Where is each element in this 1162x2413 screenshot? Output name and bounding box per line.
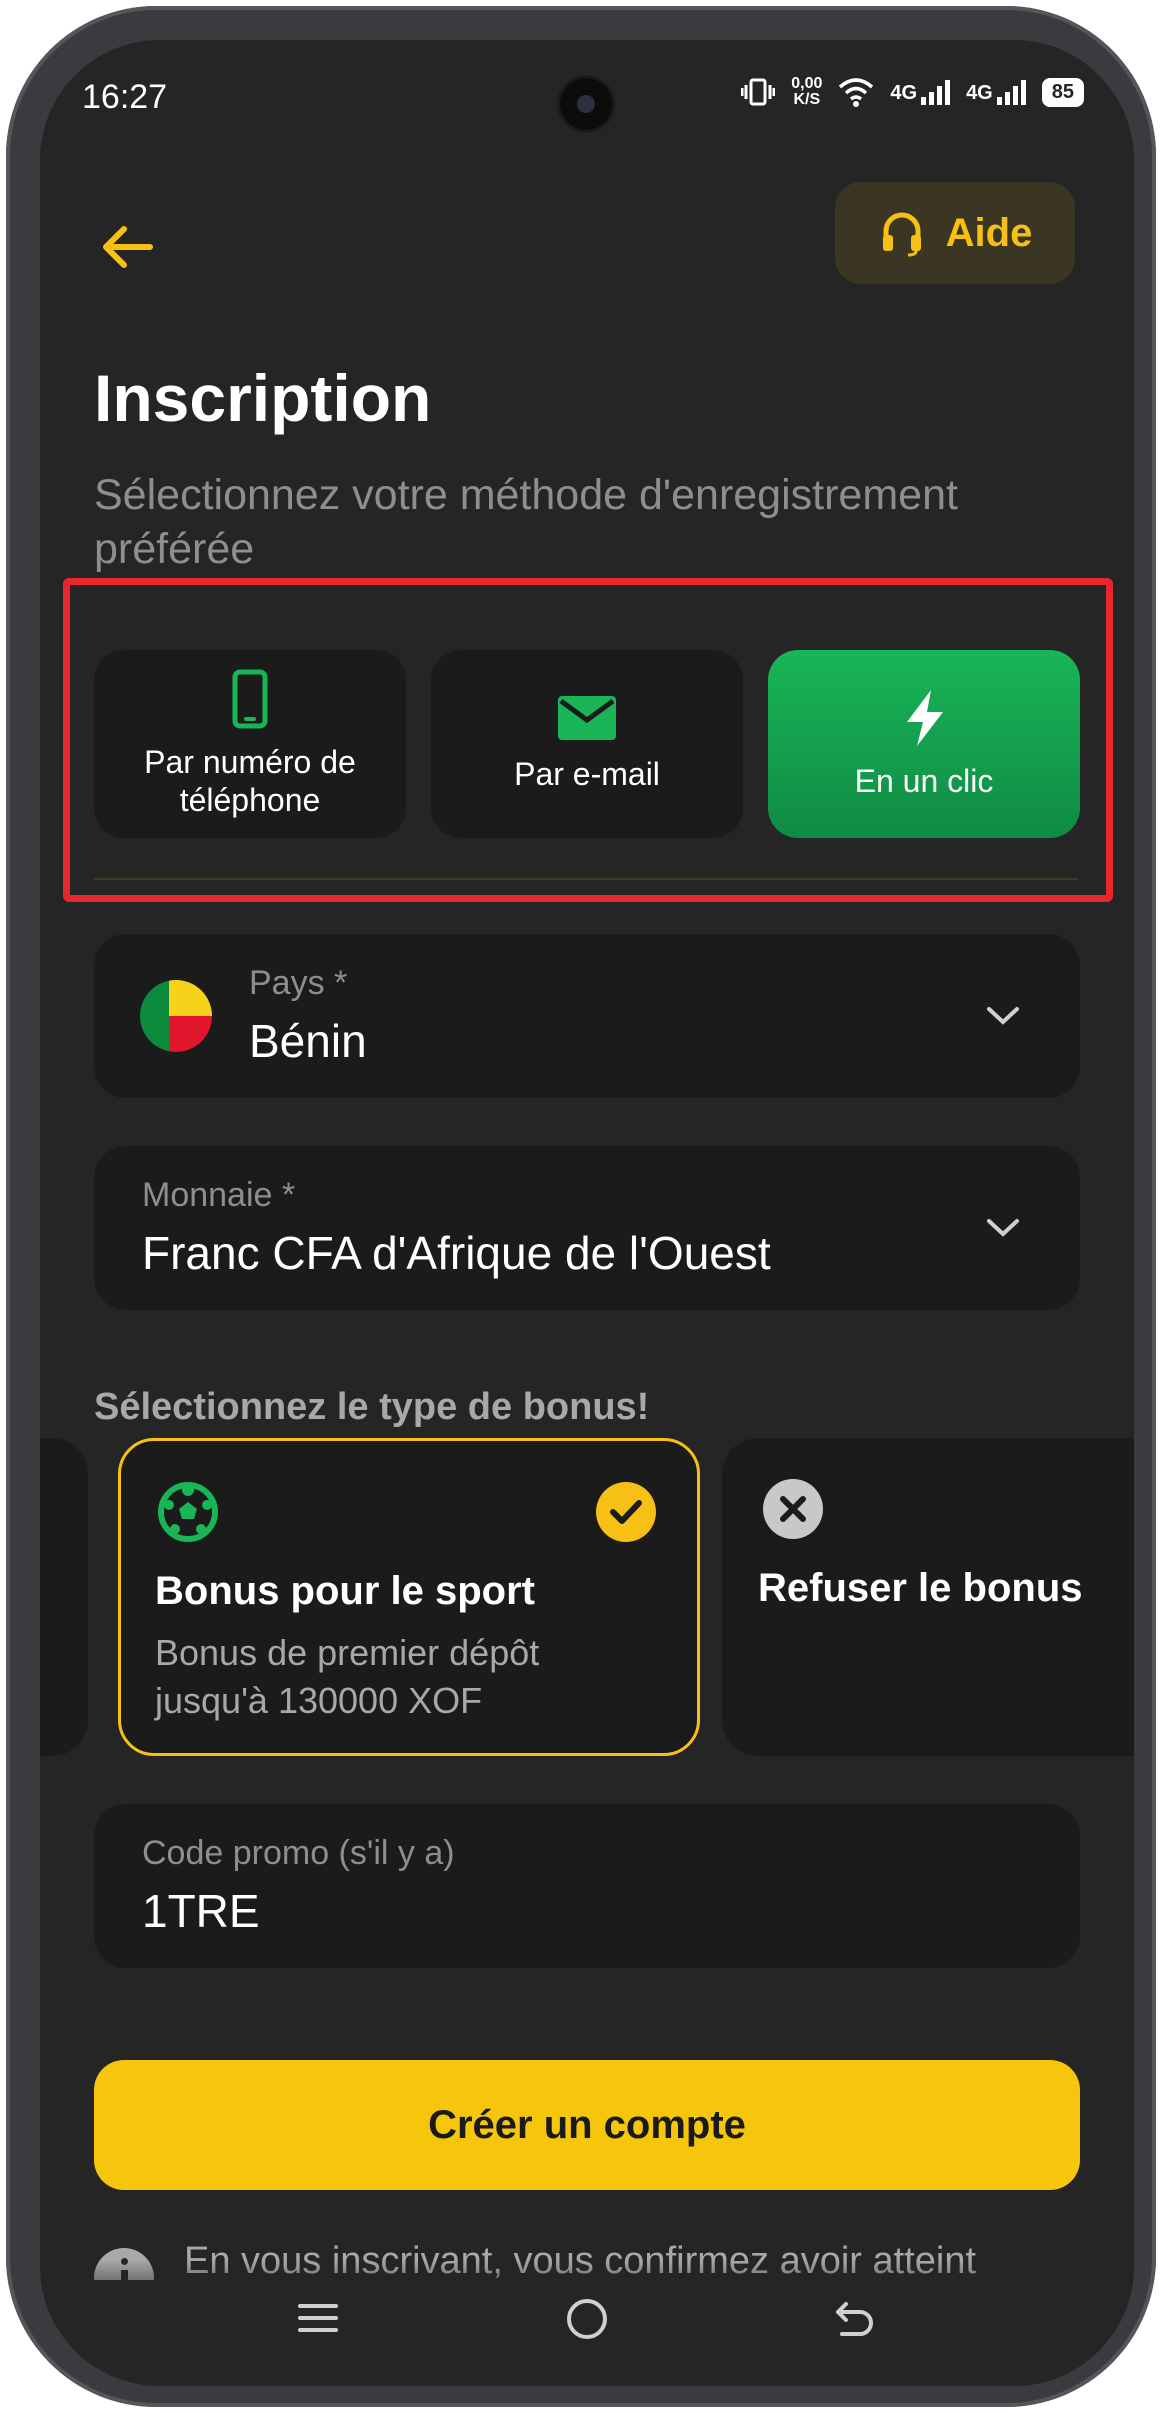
benin-flag-icon — [140, 980, 212, 1052]
currency-value: Franc CFA d'Afrique de l'Ouest — [142, 1227, 771, 1279]
currency-label: Monnaie * — [142, 1176, 296, 1214]
bonus-refuse-title: Refuser le bonus — [758, 1566, 1083, 1610]
method-oneclick-button[interactable]: En un clic — [768, 650, 1080, 838]
headset-icon — [882, 212, 921, 257]
phone-icon — [232, 669, 268, 729]
screen: 16:27 0,00 K/S 4G 4G 85 Aide Inscription… — [40, 40, 1134, 2386]
promo-label: Code promo (s'il y a) — [142, 1834, 455, 1872]
close-circle-icon — [763, 1479, 823, 1539]
method-email-label: Par e-mail — [514, 756, 660, 792]
create-account-button[interactable]: Créer un compte — [94, 2060, 1080, 2190]
vibrate-icon — [741, 78, 776, 106]
network-type-1: 4G — [890, 82, 918, 104]
network-speed: 0,00 K/S — [791, 76, 822, 108]
menu-icon[interactable] — [296, 2296, 340, 2340]
help-button[interactable]: Aide — [835, 182, 1075, 284]
bonus-sport-card[interactable]: Bonus pour le sport Bonus de premier dép… — [118, 1438, 700, 1756]
back-button[interactable] — [100, 225, 154, 274]
country-label: Pays * — [249, 964, 348, 1002]
envelope-icon — [558, 696, 616, 740]
lightning-icon — [907, 690, 943, 746]
back-nav-icon[interactable] — [832, 2296, 878, 2342]
speed-value: 0,00 — [791, 75, 823, 92]
page-subtitle: Sélectionnez votre méthode d'enregistrem… — [94, 471, 958, 573]
method-phone-button[interactable]: Par numéro de téléphone — [94, 650, 406, 838]
promo-code-field[interactable]: Code promo (s'il y a) 1TRE — [94, 1804, 1080, 1968]
signal-1: 4G — [890, 79, 951, 105]
currency-select[interactable]: Monnaie * Franc CFA d'Afrique de l'Ouest — [94, 1146, 1080, 1310]
bonus-section-title: Sélectionnez le type de bonus! — [94, 1386, 650, 1428]
home-icon[interactable] — [564, 2296, 610, 2342]
front-camera — [560, 78, 612, 130]
methods-divider — [94, 878, 1078, 880]
check-selected-icon — [596, 1482, 656, 1542]
signal-bars-icon — [996, 79, 1026, 105]
bonus-card-partial[interactable] — [40, 1438, 88, 1756]
method-oneclick-label: En un clic — [854, 763, 994, 799]
signal-bars-icon — [921, 79, 951, 105]
status-icons: 0,00 K/S 4G 4G 85 — [741, 76, 1084, 108]
soccer-ball-icon — [158, 1482, 218, 1542]
battery-indicator: 85 — [1041, 77, 1084, 107]
bonus-sport-title: Bonus pour le sport — [155, 1569, 535, 1613]
arrow-left-icon — [103, 226, 153, 268]
status-time: 16:27 — [82, 78, 168, 116]
speed-unit: K/S — [793, 91, 821, 108]
network-type-2: 4G — [966, 82, 993, 104]
bonus-refuse-card[interactable]: Refuser le bonus — [722, 1438, 1134, 1756]
method-email-button[interactable]: Par e-mail — [431, 650, 743, 838]
signal-2: 4G — [966, 79, 1026, 105]
phone-frame: 16:27 0,00 K/S 4G 4G 85 Aide Inscription… — [6, 6, 1156, 2407]
system-navigation-bar — [40, 2280, 1134, 2386]
country-select[interactable]: Pays * Bénin — [94, 934, 1080, 1098]
wifi-icon — [839, 78, 874, 107]
help-label: Aide — [945, 210, 1033, 255]
chevron-down-icon — [987, 1219, 1019, 1237]
page-title: Inscription — [94, 361, 432, 435]
method-phone-label: Par numéro de téléphone — [144, 744, 356, 818]
bonus-sport-description-line2: jusqu'à 130000 XOF — [155, 1680, 483, 1721]
country-value: Bénin — [249, 1015, 367, 1067]
bonus-sport-description-line1: Bonus de premier dépôt — [155, 1632, 540, 1673]
chevron-down-icon — [987, 1007, 1019, 1025]
bonus-sport-description: Bonus de premier dépôt jusqu'à 130000 XO… — [155, 1629, 539, 1725]
promo-value: 1TRE — [142, 1885, 260, 1937]
